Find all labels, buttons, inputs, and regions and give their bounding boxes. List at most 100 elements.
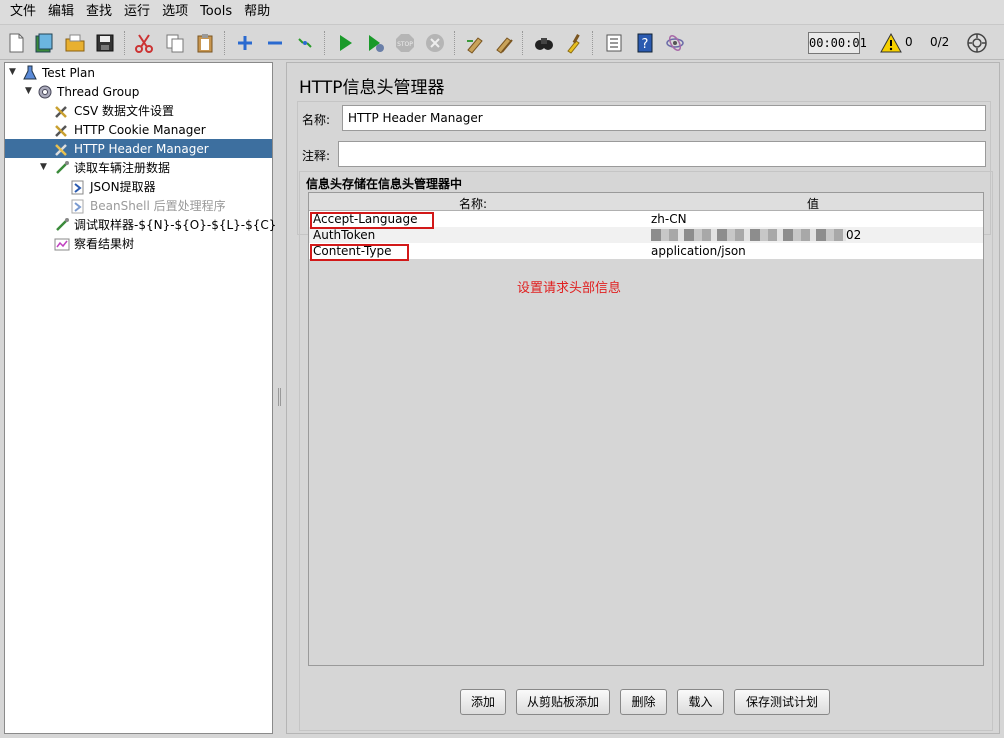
table-row[interactable]: Content-Type application/json bbox=[309, 243, 983, 259]
collapse-arrow-icon[interactable]: ▼ bbox=[9, 67, 19, 77]
header-name-cell[interactable]: AuthToken bbox=[313, 227, 375, 243]
help-icon[interactable]: ? bbox=[632, 30, 658, 56]
sampler-icon bbox=[53, 160, 71, 176]
collapse-arrow-icon[interactable]: ▼ bbox=[25, 86, 35, 96]
paste-icon[interactable] bbox=[192, 30, 218, 56]
toggle-icon[interactable] bbox=[292, 30, 318, 56]
tree-node-label: Thread Group bbox=[57, 84, 140, 99]
tree-node-label: 读取车辆注册数据 bbox=[74, 161, 171, 175]
menu-search[interactable]: 查找 bbox=[80, 0, 118, 24]
tree-node-beanshell-postprocessor[interactable]: BeanShell 后置处理程序 bbox=[69, 196, 226, 215]
new-icon[interactable] bbox=[3, 30, 29, 56]
clear-all-icon[interactable] bbox=[492, 30, 518, 56]
name-field[interactable]: HTTP Header Manager bbox=[342, 105, 986, 131]
tree-node-label: 察看结果树 bbox=[74, 237, 135, 251]
header-value-cell[interactable]: 02 bbox=[846, 227, 861, 243]
menu-help[interactable]: 帮助 bbox=[238, 0, 276, 24]
tree-node-label: CSV 数据文件设置 bbox=[74, 104, 175, 118]
headers-table: 名称: 值 Accept-Language zh-CN AuthToken 02… bbox=[308, 192, 984, 666]
stop-icon[interactable]: STOP bbox=[392, 30, 418, 56]
toolbar-separator bbox=[224, 31, 226, 55]
toolbar-separator bbox=[592, 31, 594, 55]
copy-icon[interactable] bbox=[162, 30, 188, 56]
listener-icon bbox=[53, 236, 71, 252]
column-header-name[interactable]: 名称: bbox=[459, 195, 487, 212]
toolbar-separator bbox=[324, 31, 326, 55]
toolbar-separator bbox=[124, 31, 126, 55]
svg-text:STOP: STOP bbox=[397, 41, 413, 48]
templates-icon[interactable] bbox=[31, 30, 57, 56]
remote-status-icon[interactable] bbox=[964, 30, 990, 56]
cut-icon[interactable] bbox=[131, 30, 157, 56]
tree-node-csv-config[interactable]: CSV 数据文件设置 bbox=[53, 101, 174, 120]
config-element-icon bbox=[53, 122, 71, 138]
divider-grip-icon[interactable] bbox=[278, 388, 281, 406]
header-value-cell[interactable]: application/json bbox=[651, 243, 746, 259]
table-header: 名称: 值 bbox=[309, 193, 983, 211]
save-icon[interactable] bbox=[92, 30, 118, 56]
save-test-plan-button[interactable]: 保存测试计划 bbox=[734, 689, 830, 715]
tree-node-results-tree[interactable]: 察看结果树 bbox=[53, 234, 134, 253]
menu-run[interactable]: 运行 bbox=[118, 0, 156, 24]
reset-search-icon[interactable] bbox=[561, 30, 587, 56]
page-title: HTTP信息头管理器 bbox=[299, 78, 445, 98]
menu-options[interactable]: 选项 bbox=[156, 0, 194, 24]
column-header-value[interactable]: 值 bbox=[807, 195, 819, 212]
tree-node-debug-sampler[interactable]: 调试取样器-${N}-${O}-${L}-${C} bbox=[53, 215, 276, 234]
expand-icon[interactable] bbox=[232, 30, 258, 56]
test-plan-icon bbox=[21, 65, 39, 81]
elapsed-timer: 00:00:01 bbox=[808, 32, 867, 54]
delete-button[interactable]: 删除 bbox=[620, 689, 667, 715]
header-value-cell[interactable]: zh-CN bbox=[651, 211, 687, 227]
menu-bar: 文件 编辑 查找 运行 选项 Tools 帮助 bbox=[0, 0, 1004, 24]
remote-icon[interactable] bbox=[662, 30, 688, 56]
clear-icon[interactable] bbox=[462, 30, 488, 56]
tree-node-label: BeanShell 后置处理程序 bbox=[90, 199, 226, 213]
test-plan-tree: ▼ Test Plan ▼ Thread Group CSV 数据文件设置 HT… bbox=[4, 62, 276, 734]
headers-section: 信息头存储在信息头管理器中 名称: 值 Accept-Language zh-C… bbox=[299, 171, 993, 731]
menu-tools[interactable]: Tools bbox=[194, 0, 238, 24]
highlight-box bbox=[310, 212, 434, 229]
headers-section-title: 信息头存储在信息头管理器中 bbox=[306, 177, 463, 191]
svg-text:?: ? bbox=[642, 37, 649, 52]
collapse-icon[interactable] bbox=[262, 30, 288, 56]
tree-node-json-extractor[interactable]: JSON提取器 bbox=[69, 177, 156, 196]
collapse-arrow-icon[interactable]: ▼ bbox=[40, 162, 50, 172]
tree-node-label: HTTP Cookie Manager bbox=[74, 122, 206, 137]
add-button[interactable]: 添加 bbox=[460, 689, 506, 715]
thread-group-icon bbox=[36, 84, 54, 100]
comment-label: 注释: bbox=[302, 149, 331, 163]
function-helper-icon[interactable] bbox=[601, 30, 627, 56]
add-from-clipboard-button[interactable]: 从剪贴板添加 bbox=[516, 689, 610, 715]
tree-node-label: 调试取样器-${N}-${O}-${L}-${C} bbox=[74, 218, 277, 232]
search-icon[interactable] bbox=[531, 30, 557, 56]
warning-count: 0 bbox=[905, 35, 913, 49]
tree-node-header-manager[interactable]: HTTP Header Manager bbox=[5, 139, 272, 158]
tree-node-thread-group[interactable]: Thread Group bbox=[36, 82, 139, 101]
warning-icon[interactable] bbox=[878, 30, 904, 56]
tree-node-label: Test Plan bbox=[42, 65, 95, 80]
toolbar: STOP ? 00:00:01 0 0/2 bbox=[0, 24, 1004, 60]
comment-field[interactable] bbox=[338, 141, 986, 167]
config-element-icon bbox=[53, 141, 71, 157]
tree-node-test-plan[interactable]: Test Plan bbox=[21, 63, 95, 82]
table-row[interactable]: AuthToken 02 bbox=[309, 227, 983, 243]
start-no-pauses-icon[interactable] bbox=[362, 30, 388, 56]
tree-node-cookie-manager[interactable]: HTTP Cookie Manager bbox=[53, 120, 206, 139]
redacted-value-blur bbox=[651, 229, 846, 241]
sampler-icon bbox=[53, 217, 71, 233]
shutdown-icon[interactable] bbox=[422, 30, 448, 56]
load-button[interactable]: 载入 bbox=[677, 689, 724, 715]
post-processor-icon bbox=[69, 198, 87, 214]
menu-edit[interactable]: 编辑 bbox=[42, 0, 80, 24]
menu-file[interactable]: 文件 bbox=[4, 0, 42, 24]
highlight-box bbox=[310, 244, 409, 261]
tree-node-label: JSON提取器 bbox=[90, 180, 156, 194]
tree-node-http-sampler[interactable]: 读取车辆注册数据 bbox=[53, 158, 170, 177]
config-element-icon bbox=[53, 103, 71, 119]
start-icon[interactable] bbox=[332, 30, 358, 56]
post-processor-icon bbox=[69, 179, 87, 195]
toolbar-separator bbox=[522, 31, 524, 55]
name-label: 名称: bbox=[302, 113, 331, 127]
open-icon[interactable] bbox=[62, 30, 88, 56]
